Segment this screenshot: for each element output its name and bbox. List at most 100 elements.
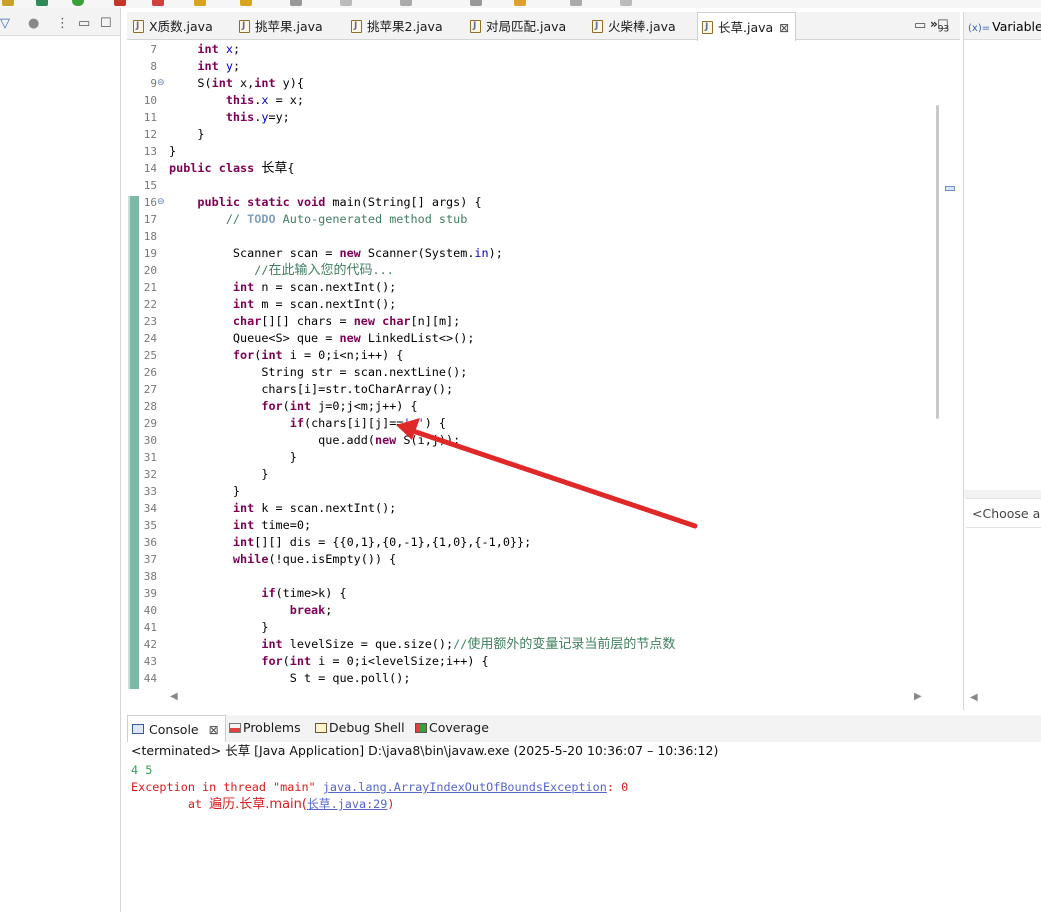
toolbar-icon[interactable] [400, 0, 412, 6]
code-line[interactable]: 35 int time=0; [127, 517, 960, 534]
tab-debug-shell[interactable]: Debug Shell [311, 720, 405, 736]
code-line[interactable]: 43 for(int i = 0;i<levelSize;i++) { [127, 653, 960, 670]
maximize-icon[interactable]: ☐ [937, 18, 949, 33]
toolbar-icon[interactable] [240, 0, 252, 6]
line-number: 41 [143, 621, 157, 634]
editor-vertical-scrollbar[interactable] [932, 41, 960, 689]
tab-label: Console [149, 722, 199, 737]
toolbar-icon[interactable] [570, 0, 582, 6]
tab-pick-apple-2[interactable]: 挑苹果2.java [347, 12, 443, 40]
code-line[interactable]: 16 ⊖ public static void main(String[] arg… [127, 194, 960, 211]
code-line[interactable]: 8 int y; [127, 58, 960, 75]
code-line[interactable]: 34 int k = scan.nextInt(); [127, 500, 960, 517]
code-text: for(int i = 0;i<levelSize;i++) { [261, 654, 489, 668]
code-text: Scanner scan = new Scanner(System.in); [169, 246, 503, 260]
fold-toggle-icon[interactable]: ⊖ [157, 196, 165, 208]
toolbar-icon[interactable] [194, 0, 206, 6]
code-line[interactable]: 15 [127, 177, 960, 194]
code-line[interactable]: 11 this.y=y; [127, 109, 960, 126]
fold-toggle-icon[interactable]: ⊖ [157, 77, 165, 89]
tab-coverage[interactable]: Coverage [411, 720, 489, 736]
overview-ruler-marker[interactable] [945, 186, 955, 191]
toolbar-icon[interactable] [36, 0, 48, 6]
code-line[interactable]: 21 int n = scan.nextInt(); [127, 279, 960, 296]
detail-pane-selector[interactable]: <Choose a p [966, 498, 1041, 528]
tab-problems[interactable]: Problems [225, 720, 301, 736]
variables-pane: (x)=Variables <Choose a p ◀ [963, 12, 1041, 710]
toolbar-icon[interactable] [290, 0, 302, 6]
code-line[interactable]: 12 } [127, 126, 960, 143]
code-line[interactable]: 17 // TODO Auto-generated method stub [127, 211, 960, 228]
link-icon[interactable]: ● [28, 17, 39, 31]
tab-grass[interactable]: 长草.java ⊠ [697, 12, 797, 41]
code-line[interactable]: 10 this.x = x; [127, 92, 960, 109]
scroll-right-icon[interactable]: ▶ [914, 691, 922, 702]
maximize-icon[interactable]: ☐ [100, 17, 112, 31]
code-line[interactable]: 44 S t = que.poll(); [127, 670, 960, 687]
code-editor[interactable]: 7 int x; 8 int y; 9 ⊖ S(int x,int y){10 thi… [127, 41, 960, 689]
line-number: 20 [143, 264, 157, 277]
toolbar-icon[interactable] [114, 0, 126, 6]
package-explorer-pane: ▽ ● ⋮ ▭ ☐ [0, 8, 121, 912]
code-line[interactable]: 20 //在此输入您的代码... [127, 262, 960, 279]
code-line[interactable]: 14 public class 长草{ [127, 160, 960, 177]
scroll-left-icon[interactable]: ◀ [170, 691, 178, 702]
code-line[interactable]: 22 int m = scan.nextInt(); [127, 296, 960, 313]
tab-matchsticks[interactable]: 火柴棒.java [588, 12, 676, 40]
code-line[interactable]: 31 } [127, 449, 960, 466]
stack-trace-line: at 遍历.长草.main(长草.java:29) [131, 796, 395, 813]
stack-source-link[interactable]: 长草.java:29 [307, 797, 387, 811]
minimize-icon[interactable]: ▭ [914, 18, 926, 33]
line-number: 40 [143, 604, 157, 617]
code-text: int[][] dis = {{0,1},{0,-1},{1,0},{-1,0}… [232, 535, 532, 549]
code-line[interactable]: 19 Scanner scan = new Scanner(System.in)… [127, 245, 960, 262]
toolbar-icon[interactable] [514, 0, 526, 6]
code-line[interactable]: 40 break; [127, 602, 960, 619]
tab-x-prime[interactable]: X质数.java [129, 12, 213, 40]
pane-divider[interactable] [964, 490, 1041, 498]
close-icon[interactable]: ⊠ [779, 21, 789, 35]
scroll-thumb[interactable] [936, 105, 939, 419]
java-file-icon [351, 20, 362, 33]
code-line[interactable]: 42 int levelSize = que.size();//使用额外的变量记… [127, 636, 960, 653]
toolbar-icon[interactable] [152, 0, 164, 6]
tab-pick-apple[interactable]: 挑苹果.java [235, 12, 323, 40]
code-line[interactable]: 18 [127, 228, 960, 245]
editor-horizontal-scrollbar[interactable]: ◀ ▶ [164, 689, 927, 707]
code-line[interactable]: 33 } [127, 483, 960, 500]
toolbar-icon[interactable] [2, 0, 14, 6]
exception-class-link[interactable]: java.lang.ArrayIndexOutOfBoundsException [323, 780, 607, 794]
code-line[interactable]: 23 char[][] chars = new char[n][m]; [127, 313, 960, 330]
code-line[interactable]: 26 String str = scan.nextLine(); [127, 364, 960, 381]
variables-tab[interactable]: (x)=Variables [964, 12, 1041, 40]
filter-icon[interactable]: ▽ [0, 17, 10, 31]
tab-console[interactable]: Console ⊠ [127, 715, 226, 742]
code-line[interactable]: 41 } [127, 619, 960, 636]
toolbar-icon[interactable] [620, 0, 632, 6]
code-line[interactable]: 27 chars[i]=str.toCharArray(); [127, 381, 960, 398]
code-line[interactable]: 13} [127, 143, 960, 160]
code-line[interactable]: 24 Queue<S> que = new LinkedList<>(); [127, 330, 960, 347]
tab-match-making[interactable]: 对局匹配.java [466, 12, 566, 40]
code-line[interactable]: 7 int x; [127, 41, 960, 58]
close-icon[interactable]: ⊠ [209, 723, 219, 737]
console-output[interactable]: <terminated> 长草 [Java Application] D:\ja… [127, 742, 1041, 912]
code-line[interactable]: 28 for(int j=0;j<m;j++) { [127, 398, 960, 415]
code-text: S(int x,int y){ [169, 76, 304, 90]
code-line[interactable]: 9 ⊖ S(int x,int y){ [127, 75, 960, 92]
toolbar-icon[interactable] [470, 0, 482, 6]
run-icon[interactable] [72, 0, 84, 6]
console-icon [132, 724, 144, 734]
code-line[interactable]: 37 while(!que.isEmpty()) { [127, 551, 960, 568]
code-line[interactable]: 38 [127, 568, 960, 585]
toolbar-icon[interactable] [340, 0, 352, 6]
minimize-icon[interactable]: ▭ [78, 17, 90, 31]
code-line[interactable]: 36 int[][] dis = {{0,1},{0,-1},{1,0},{-1… [127, 534, 960, 551]
code-line[interactable]: 25 for(int i = 0;i<n;i++) { [127, 347, 960, 364]
view-menu-icon[interactable]: ⋮ [56, 17, 69, 31]
code-line[interactable]: 39 if(time>k) { [127, 585, 960, 602]
code-line[interactable]: 29 if(chars[i][j]=='g') { [127, 415, 960, 432]
code-line[interactable]: 30 que.add(new S(i,j)); [127, 432, 960, 449]
scroll-left-icon[interactable]: ◀ [970, 692, 978, 703]
code-line[interactable]: 32 } [127, 466, 960, 483]
